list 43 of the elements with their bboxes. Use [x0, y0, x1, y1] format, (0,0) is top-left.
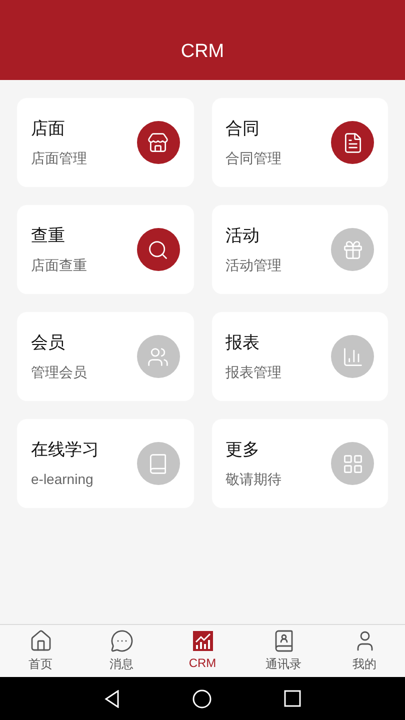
tile-subtitle: 店面管理	[31, 148, 87, 168]
tile-subtitle: 敬请期待	[226, 470, 282, 489]
bar-chart-icon	[342, 346, 364, 368]
tile-title: 查重	[31, 225, 66, 248]
menu-tile[interactable]: 在线学习 e-learning	[17, 419, 194, 508]
tab-item[interactable]: 通讯录	[243, 625, 324, 677]
users-icon	[147, 346, 169, 368]
back-icon[interactable]	[104, 690, 120, 708]
tile-subtitle: e-learning	[31, 470, 94, 489]
tile-title: 报表	[226, 332, 260, 354]
tile-title: 会员	[31, 332, 66, 354]
menu-tile[interactable]: 合同 合同管理	[212, 98, 388, 187]
book-icon	[147, 452, 169, 474]
gift-icon	[342, 238, 364, 260]
tile-subtitle: 合同管理	[226, 148, 282, 168]
menu-tile[interactable]: 店面 店面管理	[17, 98, 194, 187]
tile-title: 合同	[226, 118, 260, 140]
tab-item[interactable]: CRM	[162, 625, 243, 677]
tile-title: 在线学习	[31, 439, 99, 462]
tile-subtitle: 活动管理	[226, 256, 282, 275]
chat-bubble-icon	[110, 629, 134, 653]
tile-subtitle: 店面查重	[31, 256, 87, 275]
tile-title: 活动	[226, 225, 260, 248]
tile-subtitle: 报表管理	[226, 362, 282, 382]
home-icon	[28, 629, 52, 653]
recents-icon[interactable]	[284, 690, 301, 707]
tab-item[interactable]: 我的	[324, 625, 405, 677]
home-circle-icon[interactable]	[192, 688, 212, 708]
store-icon	[147, 132, 169, 154]
menu-tile[interactable]: 活动 活动管理	[212, 205, 388, 294]
chart-icon	[192, 630, 214, 652]
menu-tile[interactable]: 报表 报表管理	[212, 312, 388, 401]
menu-tile[interactable]: 查重 店面查重	[17, 205, 194, 294]
grid-icon	[342, 452, 364, 474]
menu-tile[interactable]: 会员 管理会员	[17, 312, 194, 401]
menu-tile[interactable]: 更多 敬请期待	[212, 419, 388, 508]
tile-title: 更多	[226, 439, 260, 462]
tile-subtitle: 管理会员	[31, 362, 87, 382]
tab-item[interactable]: 消息	[81, 625, 162, 677]
tab-item[interactable]: 首页	[0, 625, 81, 677]
tile-title: 店面	[31, 118, 66, 140]
header-title: CRM	[180, 40, 224, 64]
search-icon	[147, 238, 169, 260]
